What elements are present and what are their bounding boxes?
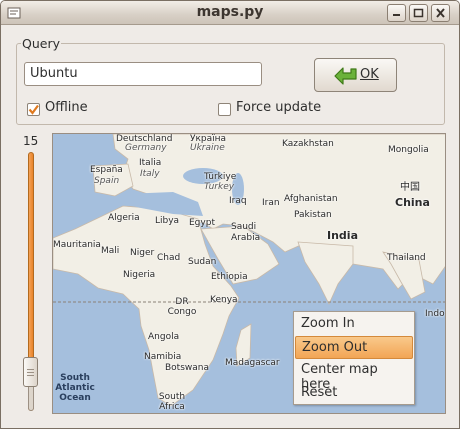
maximize-icon bbox=[413, 8, 424, 18]
map-label: Angola bbox=[148, 332, 180, 342]
map-label: España bbox=[90, 165, 123, 175]
map-label: Saudi Arabia bbox=[231, 222, 261, 243]
menu-item-center-map[interactable]: Center map here bbox=[295, 359, 413, 392]
app-window: maps.py Query Ubuntu OK Offline Force up… bbox=[0, 0, 460, 429]
map-label: Iran bbox=[262, 198, 280, 208]
map-label: Namibia bbox=[144, 352, 182, 362]
checkmark-icon bbox=[28, 104, 39, 115]
offline-label[interactable]: Offline bbox=[45, 100, 88, 115]
map-label: Kenya bbox=[210, 295, 238, 305]
map-label: Afghanistan bbox=[284, 194, 338, 204]
map-label: South Atlantic Ocean bbox=[55, 373, 95, 403]
map-label: 中国 bbox=[400, 182, 420, 193]
map-label: Pakistan bbox=[294, 210, 332, 220]
map-label: Egypt bbox=[189, 218, 215, 228]
map-label: Ukraine bbox=[190, 143, 225, 153]
arrow-left-icon bbox=[334, 67, 357, 85]
zoom-slider-handle[interactable] bbox=[23, 357, 38, 387]
close-icon bbox=[436, 8, 445, 18]
maximize-button[interactable] bbox=[409, 4, 428, 22]
map-label: India bbox=[327, 229, 358, 242]
map-label: Libya bbox=[155, 216, 180, 226]
query-input[interactable]: Ubuntu bbox=[24, 62, 262, 86]
map-label: Mongolia bbox=[388, 145, 429, 155]
map-label: Madagascar bbox=[225, 358, 280, 368]
map-label: Thailand bbox=[387, 253, 426, 263]
map-label: Italy bbox=[140, 169, 160, 179]
close-button[interactable] bbox=[431, 4, 450, 22]
title-bar[interactable]: maps.py bbox=[1, 1, 459, 25]
minimize-button[interactable] bbox=[387, 4, 406, 22]
map-label: Mauritania bbox=[53, 240, 101, 250]
force-update-checkbox[interactable] bbox=[218, 103, 231, 116]
map-label: Indo bbox=[425, 309, 445, 319]
map-label: Sudan bbox=[188, 257, 217, 267]
offline-checkbox[interactable] bbox=[27, 103, 40, 116]
query-group-label: Query bbox=[21, 36, 61, 51]
map-label: Germany bbox=[125, 143, 167, 153]
menu-item-reset[interactable]: Reset bbox=[295, 382, 413, 405]
ok-button[interactable]: OK bbox=[314, 58, 397, 92]
map-label: Mali bbox=[101, 246, 120, 256]
map-label: China bbox=[395, 196, 430, 209]
map-label: DR Congo bbox=[167, 297, 197, 317]
map-label: South Africa bbox=[158, 392, 186, 412]
map-label: Turkey bbox=[204, 182, 235, 192]
map-label: Algeria bbox=[108, 213, 140, 223]
map-label: Iraq bbox=[229, 196, 247, 206]
map-label: Ethiopia bbox=[211, 272, 248, 282]
minimize-icon bbox=[393, 14, 400, 16]
map-label: Botswana bbox=[165, 363, 209, 373]
map-label: Niger bbox=[130, 248, 155, 258]
menu-item-zoom-out[interactable]: Zoom Out bbox=[295, 336, 413, 359]
map-label: Kazakhstan bbox=[282, 139, 334, 149]
menu-item-zoom-in[interactable]: Zoom In bbox=[295, 313, 413, 336]
map-label: Nigeria bbox=[123, 270, 156, 280]
map-label: Türkiye bbox=[204, 172, 237, 182]
map-label: Chad bbox=[157, 253, 181, 263]
map-context-menu: Zoom In Zoom Out Center map here Reset bbox=[293, 311, 415, 405]
map-label: Spain bbox=[94, 176, 120, 186]
ok-button-label: OK bbox=[360, 67, 379, 82]
zoom-level-value: 15 bbox=[23, 134, 39, 148]
map-label: Italia bbox=[139, 158, 162, 168]
force-update-label[interactable]: Force update bbox=[236, 100, 321, 115]
